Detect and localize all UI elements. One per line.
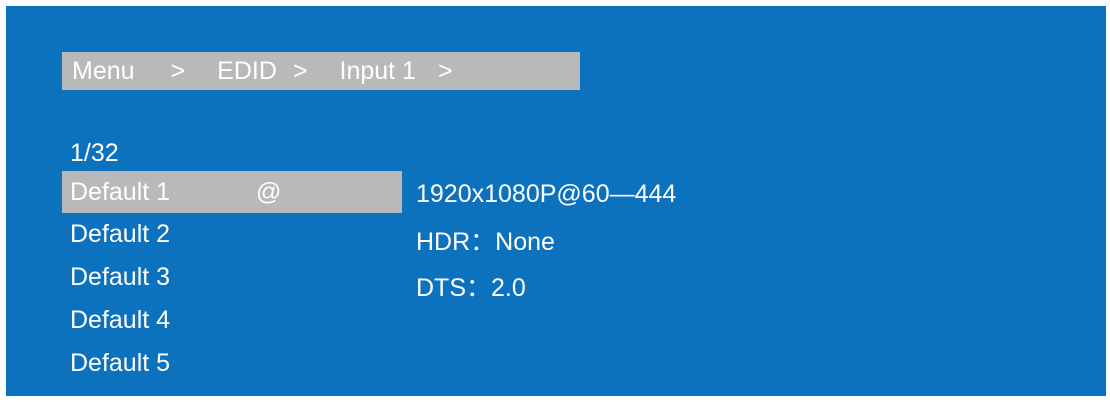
osd-screen: Menu > EDID > Input 1 > 1/32 Default 1 @…: [6, 6, 1106, 396]
resolution-text: 1920x1080P@60—444: [416, 179, 677, 208]
edid-details: 1920x1080P@60—444 HDR：None DTS：2.0: [416, 171, 676, 309]
breadcrumb-separator: >: [292, 56, 308, 85]
breadcrumb-menu[interactable]: Menu: [72, 57, 135, 86]
list-item-label: Default 1: [70, 177, 171, 206]
list-item-label: Default 2: [70, 220, 171, 248]
list-item-label: Default 3: [70, 263, 171, 291]
page-counter: 1/32: [70, 139, 119, 167]
list-item-default-3[interactable]: Default 3: [62, 256, 402, 299]
list-item-label: Default 5: [70, 349, 171, 377]
dts-text: DTS：2.0: [416, 274, 526, 302]
list-item-default-5[interactable]: Default 5: [62, 342, 402, 385]
breadcrumb-edid[interactable]: EDID: [217, 57, 277, 86]
breadcrumb-separator: >: [437, 56, 453, 85]
list-item-default-2[interactable]: Default 2: [62, 213, 402, 256]
breadcrumb: Menu > EDID > Input 1 >: [62, 52, 580, 90]
breadcrumb-separator: >: [170, 56, 186, 85]
breadcrumb-input-1[interactable]: Input 1: [340, 57, 416, 86]
list-item-label: Default 4: [70, 306, 171, 334]
list-item-default-1[interactable]: Default 1 @: [62, 171, 402, 213]
edid-list: Default 1 @ Default 2 Default 3 Default …: [62, 171, 402, 385]
hdr-text: HDR：None: [416, 228, 555, 256]
active-marker: @: [256, 177, 282, 206]
list-item-default-4[interactable]: Default 4: [62, 299, 402, 342]
